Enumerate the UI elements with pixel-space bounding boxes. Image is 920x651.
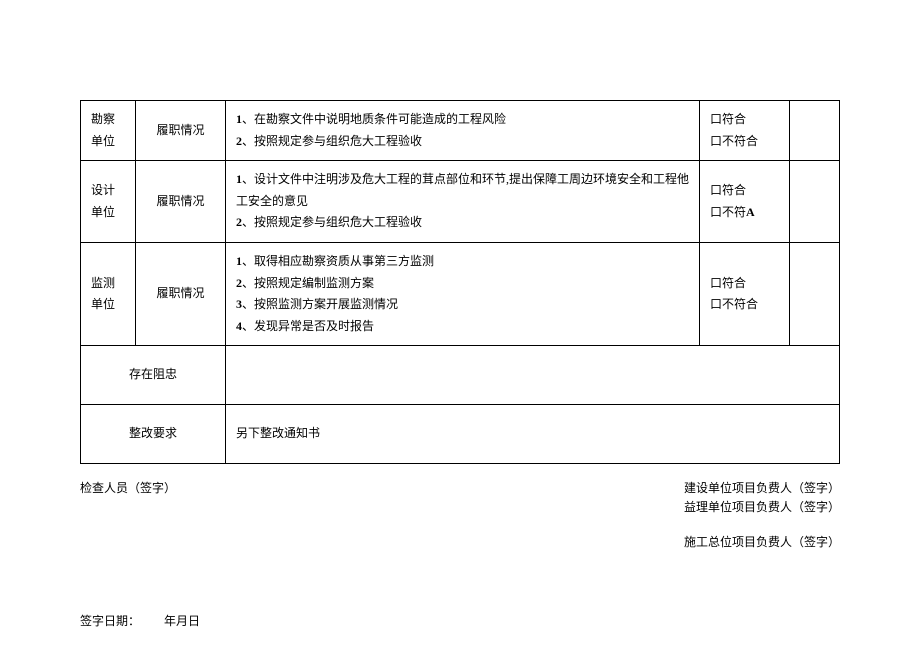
duty-cell: 履职情况 [136, 242, 226, 345]
item-text: 、按照规定编制监测方案 [242, 276, 374, 290]
checkbox-conform: 口符合 [710, 183, 746, 197]
table-row: 整改要求 另下整改通知书 [81, 404, 840, 463]
signature-section: 检查人员（签字） 建设单位项目负费人（签字） 益理单位项目负费人（签字） 施工总… [80, 479, 840, 629]
construction-unit-signature: 建设单位项目负费人（签字） [684, 479, 840, 496]
checkbox-nonconform: 口不符合 [710, 134, 758, 148]
desc-cell: 1、取得相应勘察资质从事第三方监测 2、按照规定编制监测方案 3、按照监测方案开… [226, 242, 700, 345]
item-text: 、取得相应勘察资质从事第三方监测 [242, 254, 434, 268]
unit-cell: 勘察单位 [81, 101, 136, 161]
table-row: 存在阻忠 [81, 346, 840, 405]
result-cell: 口符合 口不符A [700, 161, 790, 243]
empty-cell [790, 161, 840, 243]
exist-hinder-label: 存在阻忠 [81, 346, 226, 405]
item-text: 、在勘察文件中说明地质条件可能造成的工程风险 [242, 112, 506, 126]
table-row: 设计单位 履职情况 1、设计文件中注明涉及危大工程的茸点部位和环节,提出保障工周… [81, 161, 840, 243]
table-row: 勘察单位 履职情况 1、在勘察文件中说明地质条件可能造成的工程风险 2、按照规定… [81, 101, 840, 161]
checkbox-nonconform-suffix: A [746, 205, 755, 219]
supervision-unit-signature: 益理单位项目负费人（签字） [684, 498, 840, 515]
signature-date: 签字日期： 年月日 [80, 552, 840, 629]
item-text: 、按照监测方案开展监测情况 [242, 297, 398, 311]
checkbox-conform: 口符合 [710, 112, 746, 126]
item-text: 、按照规定参与组织危大工程验收 [242, 134, 422, 148]
date-value: 年月日 [164, 614, 200, 628]
checkbox-nonconform-prefix: 口不符 [710, 205, 746, 219]
result-cell: 口符合 口不符合 [700, 242, 790, 345]
empty-cell [790, 242, 840, 345]
unit-cell: 监测单位 [81, 242, 136, 345]
duty-cell: 履职情况 [136, 161, 226, 243]
duty-cell: 履职情况 [136, 101, 226, 161]
checkbox-nonconform: 口不符合 [710, 297, 758, 311]
inspection-table: 勘察单位 履职情况 1、在勘察文件中说明地质条件可能造成的工程风险 2、按照规定… [80, 100, 840, 464]
desc-cell: 1、设计文件中注明涉及危大工程的茸点部位和环节,提出保障工周边环境安全和工程他工… [226, 161, 700, 243]
unit-cell: 设计单位 [81, 161, 136, 243]
rectify-content: 另下整改通知书 [226, 404, 840, 463]
result-cell: 口符合 口不符合 [700, 101, 790, 161]
rectify-label: 整改要求 [81, 404, 226, 463]
item-text: 、按照规定参与组织危大工程验收 [242, 215, 422, 229]
table-row: 监测单位 履职情况 1、取得相应勘察资质从事第三方监测 2、按照规定编制监测方案… [81, 242, 840, 345]
item-text: 、发现异常是否及时报告 [242, 319, 374, 333]
contractor-signature: 施工总位项目负费人（签字） [684, 533, 840, 550]
empty-cell [790, 101, 840, 161]
exist-hinder-content [226, 346, 840, 405]
right-signatures: 建设单位项目负费人（签字） 益理单位项目负费人（签字） 施工总位项目负费人（签字… [684, 479, 840, 552]
checkbox-conform: 口符合 [710, 276, 746, 290]
date-label: 签字日期： [80, 614, 140, 628]
inspector-signature: 检查人员（签字） [80, 479, 176, 496]
item-text: 、设计文件中注明涉及危大工程的茸点部位和环节,提出保障工周边环境安全和工程他工安… [236, 172, 689, 208]
desc-cell: 1、在勘察文件中说明地质条件可能造成的工程风险 2、按照规定参与组织危大工程验收 [226, 101, 700, 161]
